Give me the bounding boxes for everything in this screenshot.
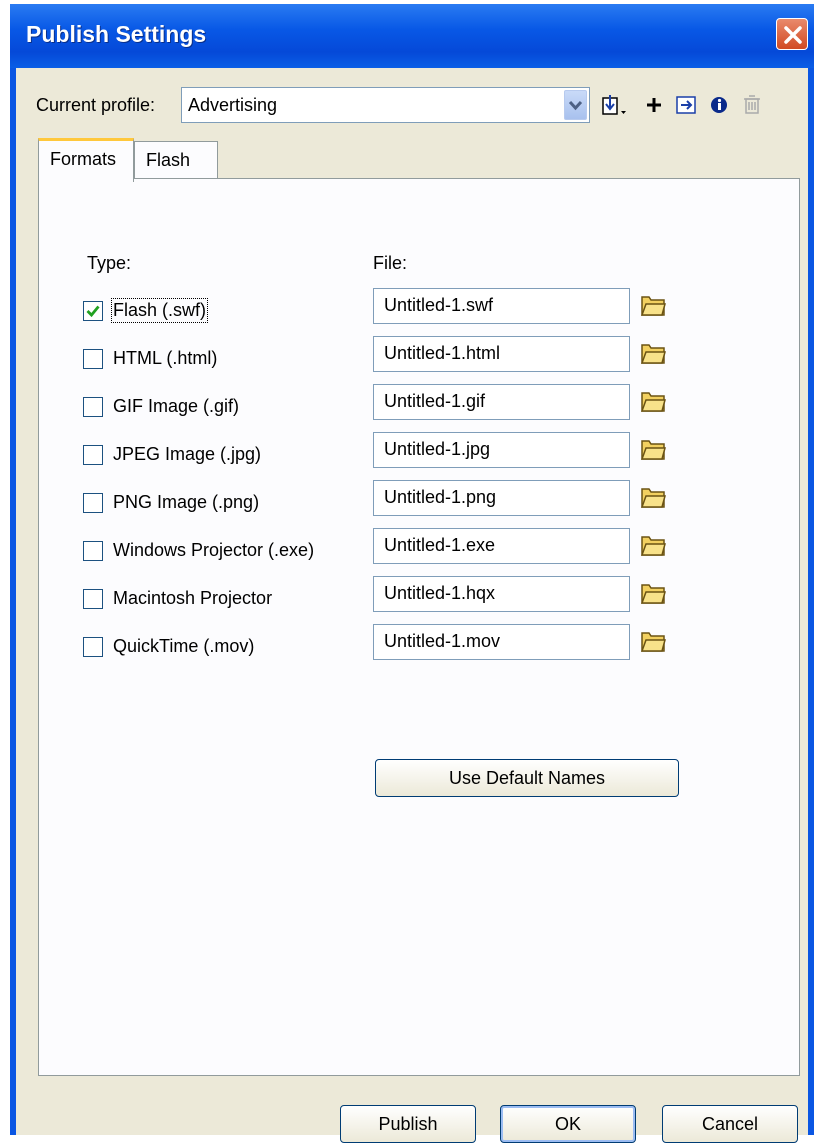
macintosh-projector-label[interactable]: Macintosh Projector [113, 588, 272, 609]
format-row-png: PNG Image (.png) Untitled-1.png [39, 480, 799, 528]
duplicate-profile-button[interactable] [672, 87, 702, 123]
flash-file-field[interactable]: Untitled-1.swf [373, 288, 630, 324]
profile-select[interactable]: Advertising [181, 87, 590, 123]
cancel-button[interactable]: Cancel [662, 1105, 798, 1143]
dropdown-arrow[interactable] [564, 90, 587, 120]
folder-icon[interactable] [640, 532, 666, 558]
close-icon [784, 26, 802, 44]
format-row-hqx: Macintosh Projector Untitled-1.hqx [39, 576, 799, 624]
publish-button[interactable]: Publish [340, 1105, 476, 1143]
quicktime-file-field[interactable]: Untitled-1.mov [373, 624, 630, 660]
jpeg-checkbox[interactable] [83, 445, 103, 465]
gif-label[interactable]: GIF Image (.gif) [113, 396, 239, 417]
jpeg-label[interactable]: JPEG Image (.jpg) [113, 444, 261, 465]
windows-projector-file-field[interactable]: Untitled-1.exe [373, 528, 630, 564]
formats-panel: Type: File: Flash (.swf) Untitled-1.swf … [38, 178, 800, 1076]
tab-formats-label: Formats [50, 149, 117, 169]
tab-flash[interactable]: Flash [134, 141, 218, 179]
format-row-swf: Flash (.swf) Untitled-1.swf [39, 288, 799, 336]
folder-icon[interactable] [640, 580, 666, 606]
png-file-field[interactable]: Untitled-1.png [373, 480, 630, 516]
close-button[interactable] [776, 18, 808, 50]
flash-checkbox[interactable] [83, 301, 103, 321]
windows-projector-label[interactable]: Windows Projector (.exe) [113, 540, 314, 561]
import-export-icon [602, 95, 626, 115]
publish-settings-dialog: Publish Settings Current profile: Advert… [10, 4, 814, 1143]
format-row-exe: Windows Projector (.exe) Untitled-1.exe [39, 528, 799, 576]
format-row-gif: GIF Image (.gif) Untitled-1.gif [39, 384, 799, 432]
info-icon [711, 97, 727, 113]
gif-checkbox[interactable] [83, 397, 103, 417]
delete-profile-button[interactable] [738, 87, 768, 123]
folder-icon[interactable] [640, 292, 666, 318]
png-checkbox[interactable] [83, 493, 103, 513]
duplicate-icon [676, 96, 696, 114]
format-row-html: HTML (.html) Untitled-1.html [39, 336, 799, 384]
html-label[interactable]: HTML (.html) [113, 348, 217, 369]
profile-value: Advertising [188, 95, 278, 115]
folder-icon[interactable] [640, 388, 666, 414]
type-column-header: Type: [87, 253, 132, 273]
ok-button[interactable]: OK [500, 1105, 636, 1143]
format-row-mov: QuickTime (.mov) Untitled-1.mov [39, 624, 799, 672]
chevron-down-icon [568, 100, 583, 111]
gif-file-field[interactable]: Untitled-1.gif [373, 384, 630, 420]
macintosh-projector-checkbox[interactable] [83, 589, 103, 609]
jpeg-file-field[interactable]: Untitled-1.jpg [373, 432, 630, 468]
add-icon [647, 98, 661, 112]
check-icon [86, 305, 100, 318]
dialog-title: Publish Settings [26, 21, 207, 47]
folder-icon[interactable] [640, 484, 666, 510]
folder-icon[interactable] [640, 628, 666, 654]
import-export-button[interactable] [598, 87, 628, 123]
dialog-body: Current profile: Advertising Formats Fla… [16, 68, 808, 1143]
tab-formats[interactable]: Formats [38, 138, 134, 182]
folder-icon[interactable] [640, 340, 666, 366]
folder-icon[interactable] [640, 436, 666, 462]
windows-projector-checkbox[interactable] [83, 541, 103, 561]
html-checkbox[interactable] [83, 349, 103, 369]
file-column-header: File: [373, 253, 408, 273]
profile-info-button[interactable] [706, 87, 736, 123]
profile-label: Current profile: [36, 95, 156, 115]
quicktime-label[interactable]: QuickTime (.mov) [113, 636, 254, 657]
format-row-jpg: JPEG Image (.jpg) Untitled-1.jpg [39, 432, 799, 480]
png-label[interactable]: PNG Image (.png) [113, 492, 259, 513]
flash-label[interactable]: Flash (.swf) [110, 298, 209, 323]
quicktime-checkbox[interactable] [83, 637, 103, 657]
use-default-names-button[interactable]: Use Default Names [375, 759, 679, 797]
add-profile-button[interactable] [640, 87, 670, 123]
html-file-field[interactable]: Untitled-1.html [373, 336, 630, 372]
title-bar[interactable]: Publish Settings [10, 4, 814, 68]
trash-icon [744, 95, 760, 114]
macintosh-projector-file-field[interactable]: Untitled-1.hqx [373, 576, 630, 612]
tab-flash-label: Flash [146, 150, 191, 170]
